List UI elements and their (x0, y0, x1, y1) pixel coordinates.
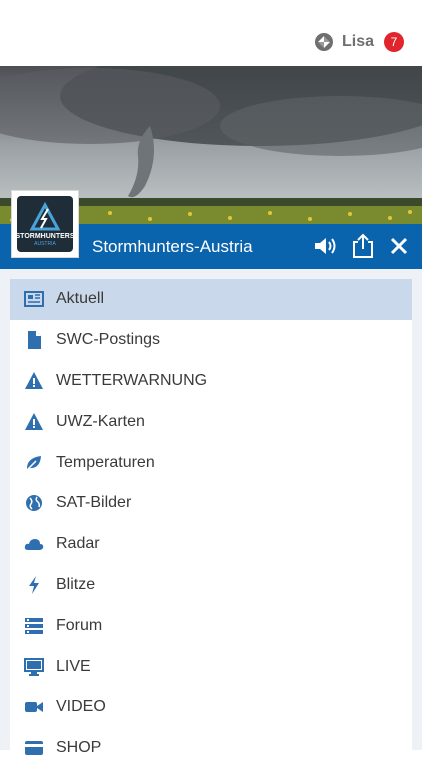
close-icon (390, 237, 408, 255)
warning-icon (24, 371, 44, 391)
sound-button[interactable] (312, 232, 340, 260)
menu-item-label: Aktuell (56, 290, 105, 308)
user-avatar-icon (314, 33, 333, 51)
logo-subtext: AUSTRIA (34, 241, 56, 247)
menu-item-label: SAT-Bilder (56, 494, 132, 512)
warning-icon (24, 412, 44, 432)
menu-item-video[interactable]: VIDEO (10, 687, 412, 728)
menu-item-label: SHOP (56, 739, 102, 757)
document-icon (24, 330, 44, 350)
channel-logo: STORMHUNTERS AUSTRIA (11, 190, 79, 258)
menu-item-wetterwarnung[interactable]: WETTERWARNUNG (10, 361, 412, 402)
share-icon (353, 233, 373, 258)
monitor-icon (24, 657, 44, 677)
server-icon (24, 616, 44, 636)
top-bar: Lisa 7 (0, 0, 422, 66)
menu-item-sat-bilder[interactable]: SAT-Bilder (10, 483, 412, 524)
menu-item-label: LIVE (56, 657, 91, 675)
logo-text: STORMHUNTERS (16, 233, 75, 240)
credit-card-icon (24, 738, 44, 758)
menu-item-label: WETTERWARNUNG (56, 371, 208, 389)
menu-item-live[interactable]: LIVE (10, 646, 412, 687)
user-area[interactable]: Lisa 7 (314, 32, 404, 52)
menu-item-label: Temperaturen (56, 453, 155, 471)
menu-item-forum[interactable]: Forum (10, 605, 412, 646)
menu-item-temperaturen[interactable]: Temperaturen (10, 442, 412, 483)
menu-panel: Aktuell SWC-Postings WETTERWARNUNG UWZ-Kart… (0, 269, 422, 756)
leaf-icon (24, 453, 44, 473)
menu-item-uwz-karten[interactable]: UWZ-Karten (10, 401, 412, 442)
notification-badge[interactable]: 7 (384, 32, 404, 52)
menu-item-label: Radar (56, 535, 100, 553)
share-button[interactable] (349, 232, 377, 260)
close-button[interactable] (385, 232, 413, 260)
menu-item-blitze[interactable]: Blitze (10, 565, 412, 606)
speaker-icon (315, 238, 336, 254)
menu-item-radar[interactable]: Radar (10, 524, 412, 565)
menu-item-aktuell[interactable]: Aktuell (10, 279, 412, 320)
menu-item-shop[interactable]: SHOP (10, 728, 412, 769)
globe-icon (24, 493, 44, 513)
navigation-menu: Aktuell SWC-Postings WETTERWARNUNG UWZ-Kart… (10, 279, 412, 756)
menu-item-label: Forum (56, 616, 103, 634)
page-title: Stormhunters-Austria (92, 237, 253, 256)
video-camera-icon (24, 697, 44, 717)
menu-item-label: SWC-Postings (56, 331, 161, 349)
menu-item-swc-postings[interactable]: SWC-Postings (10, 320, 412, 361)
menu-item-label: VIDEO (56, 698, 106, 716)
cloud-icon (24, 534, 44, 554)
newspaper-icon (24, 289, 44, 309)
menu-item-label: Blitze (56, 575, 96, 593)
bolt-icon (24, 575, 44, 595)
menu-item-label: UWZ-Karten (56, 412, 145, 430)
user-name[interactable]: Lisa (342, 33, 374, 51)
